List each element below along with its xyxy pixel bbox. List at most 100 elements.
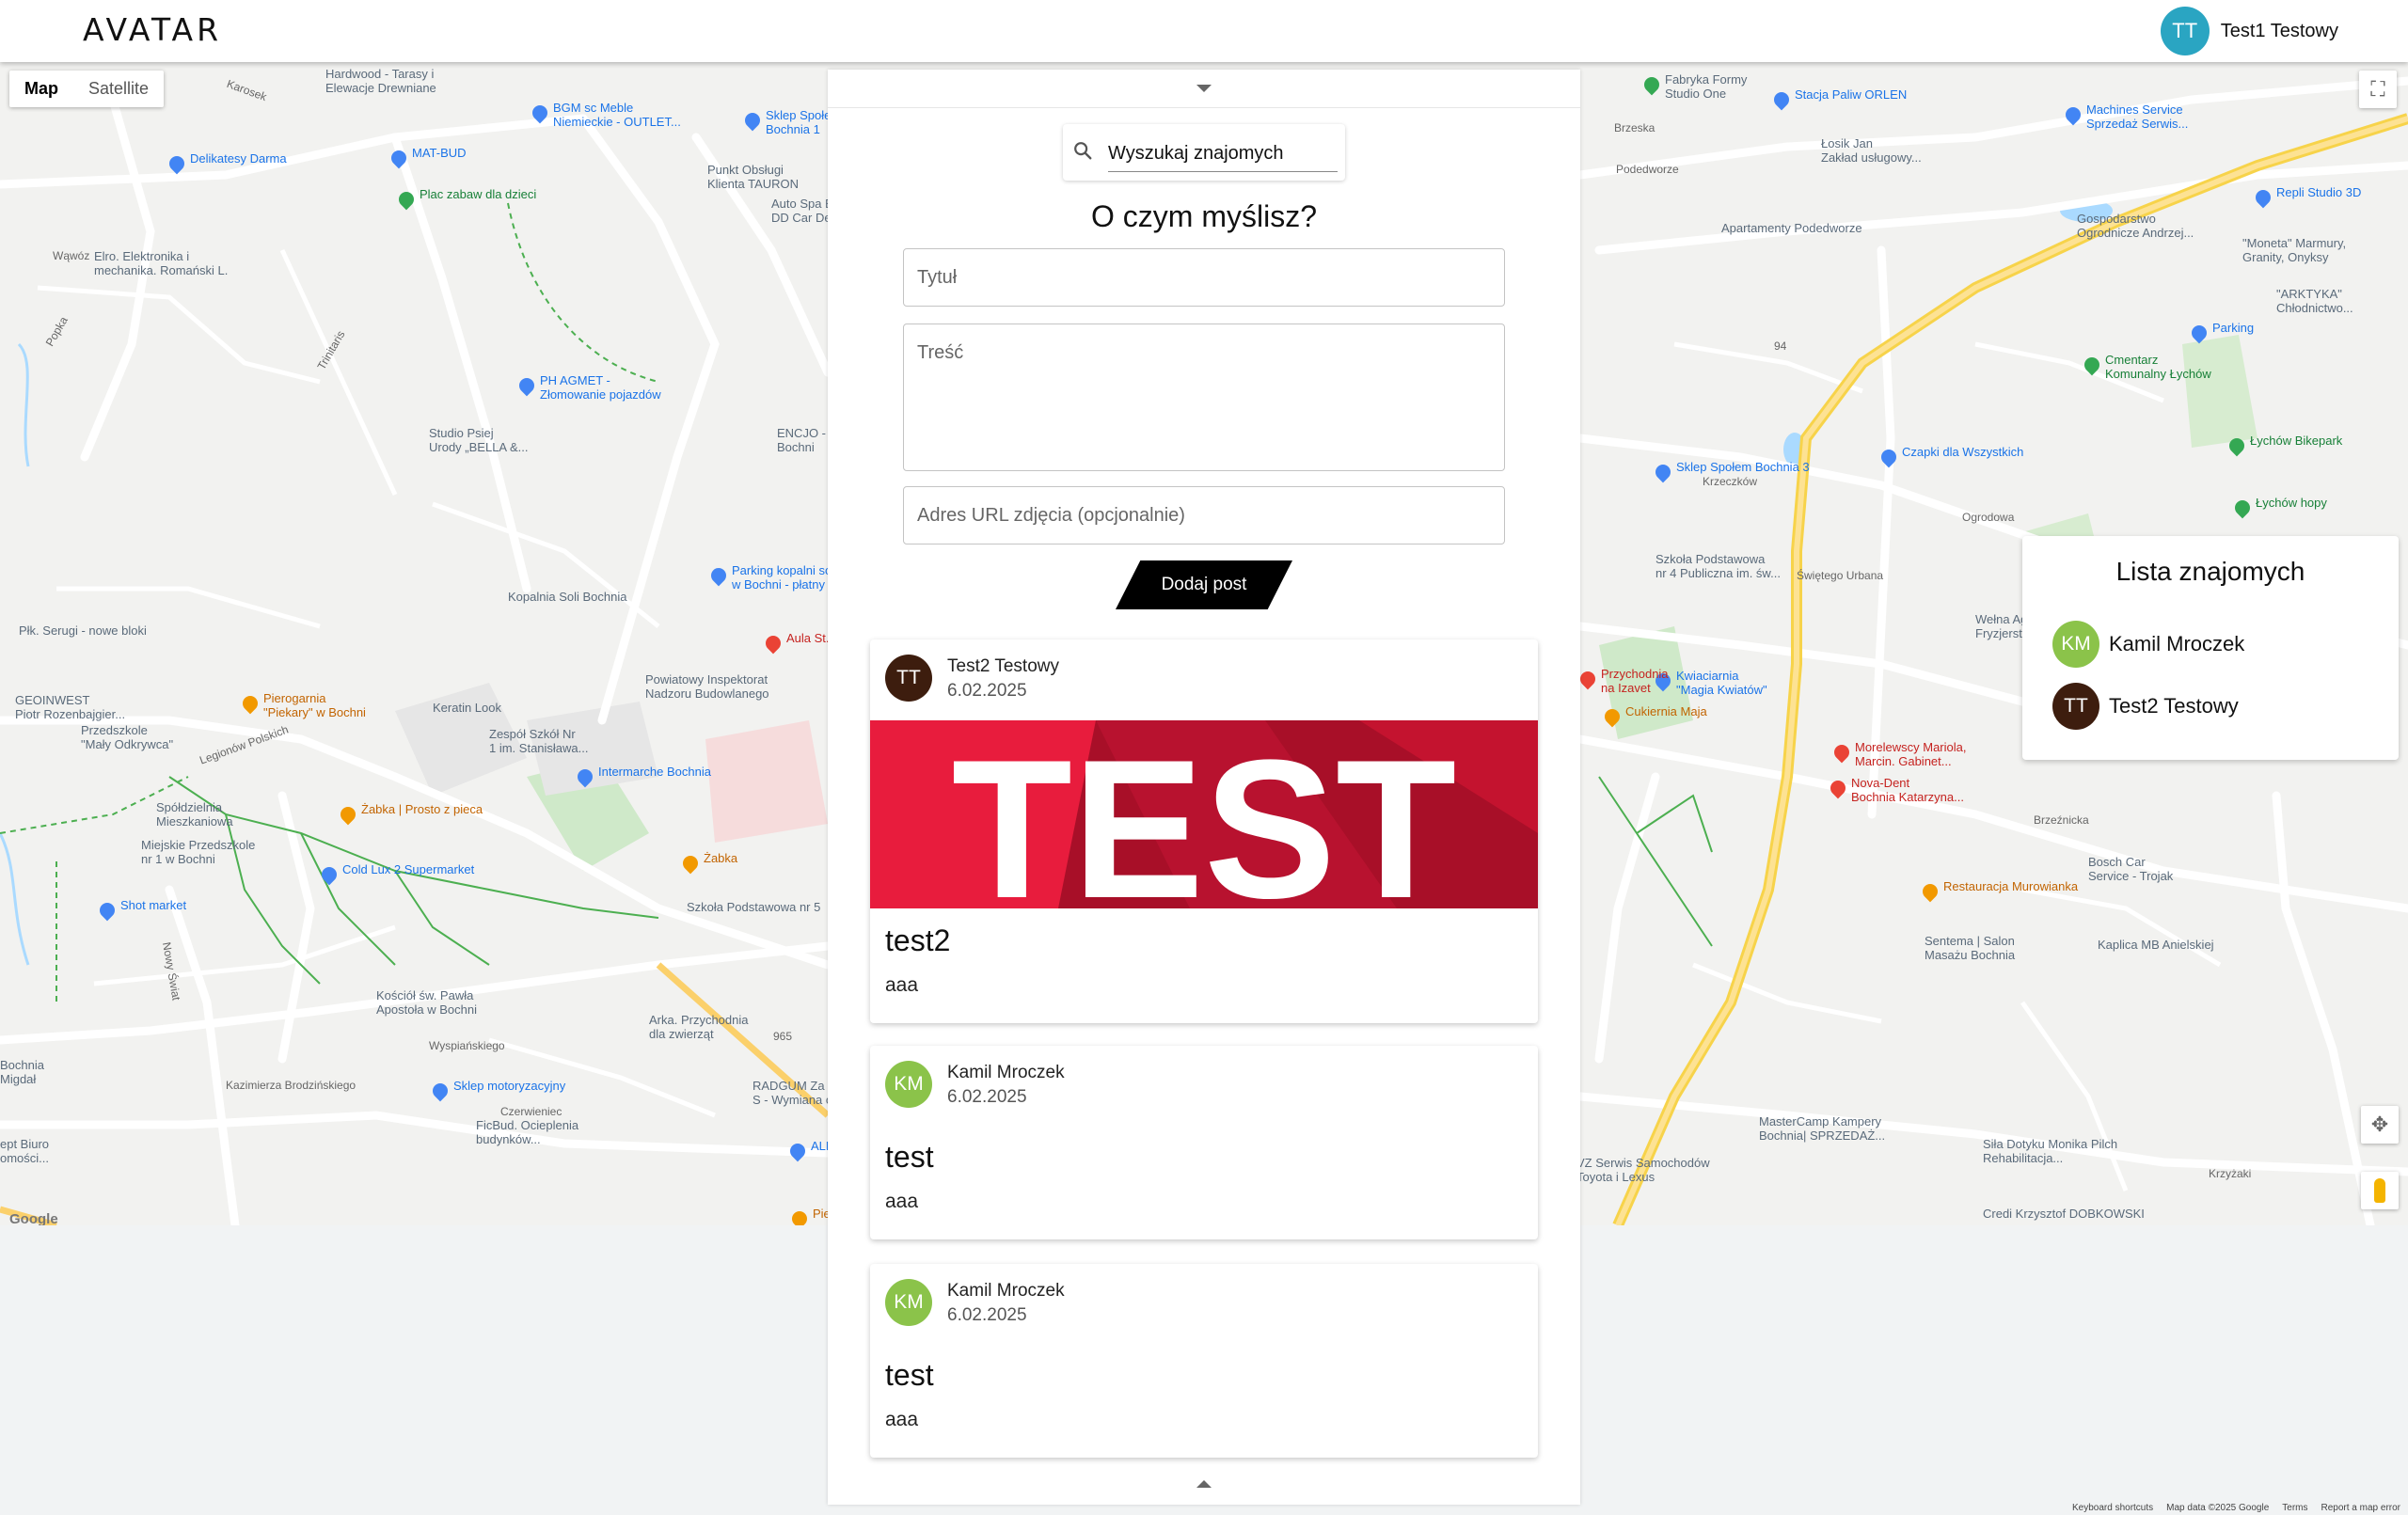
map-place-label[interactable]: Punkt Obsługi Klienta TAURON [707, 163, 799, 192]
current-user-avatar[interactable]: TT [2160, 7, 2210, 55]
map-place-label[interactable]: Przychodnia na Izavet [1601, 667, 1669, 696]
report-error-link[interactable]: Report a map error [2321, 1503, 2400, 1513]
map-place-label[interactable]: Delikatesy Darma [190, 151, 287, 166]
map-place-label[interactable]: ENCJO - Bochni [777, 426, 826, 455]
map-place-label[interactable]: Cmentarz Komunalny Łychów [2105, 353, 2211, 382]
map-place-label[interactable]: Fabryka Formy Studio One [1665, 72, 1747, 102]
map-place-label[interactable]: Przedszkole "Mały Odkrywca" [81, 723, 173, 752]
map-place-label[interactable]: Morelewscy Mariola, Marcin. Gabinet... [1855, 740, 1966, 769]
map-place-label[interactable]: Elro. Elektronika i mechanika. Romański … [94, 249, 228, 278]
map-place-label[interactable]: RADGUM Za S - Wymiana o [752, 1079, 832, 1108]
friend-avatar: TT [2052, 683, 2099, 730]
map-place-label[interactable]: Sklep Społem Bochnia 3 [1676, 460, 1810, 475]
map-place-label[interactable]: Łosik Jan Zakład usługowy... [1821, 136, 1922, 166]
map-type-satellite-button[interactable]: Satellite [73, 71, 164, 107]
map-place-label[interactable]: Miejskie Przedszkole nr 1 w Bochni [141, 838, 255, 867]
map-place-label[interactable]: Intermarche Bochnia [598, 765, 711, 780]
post-author-avatar[interactable]: KM [885, 1061, 932, 1108]
map-place-label[interactable]: Machines Service Sprzedaż Serwis... [2086, 103, 2188, 132]
map-place-label[interactable]: Plac zabaw dla dzieci [420, 187, 536, 202]
map-place-label[interactable]: VZ Serwis Samochodów Toyota i Lexus [1576, 1156, 1710, 1185]
map-place-label[interactable]: Kościół św. Pawła Apostoła w Bochni [376, 988, 477, 1018]
map-place-label[interactable]: Restauracja Murowianka [1943, 879, 2078, 894]
map-place-label[interactable]: "ARKTYKA" Chłodnictwo... [2276, 287, 2353, 316]
post-author-name[interactable]: Test2 Testowy [947, 656, 1059, 677]
map-place-label[interactable]: Żabka [704, 851, 737, 866]
map-place-label[interactable]: Spółdzielnia Mieszkaniowa [156, 800, 233, 829]
map-place-label[interactable]: Zespół Szkół Nr 1 im. Stanisława... [489, 727, 589, 756]
terms-link[interactable]: Terms [2282, 1503, 2307, 1513]
map-place-label[interactable]: Hardwood - Tarasy i Elewacje Drewniane [325, 67, 436, 96]
feed-panel[interactable]: Wyszukaj znajomych O czym myślisz? Tytuł… [828, 70, 1580, 1505]
map-place-label[interactable]: Stacja Paliw ORLEN [1795, 87, 1907, 103]
map-type-map-button[interactable]: Map [9, 71, 73, 107]
map-place-label[interactable]: Gospodarstwo Ogrodnicze Andrzej... [2077, 212, 2194, 241]
map-place-label[interactable]: Szkoła Podstawowa nr 5 [687, 900, 820, 915]
map-place-label[interactable]: Łychów Bikepark [2250, 434, 2342, 449]
map-place-label[interactable]: Repli Studio 3D [2276, 185, 2361, 200]
map-place-label[interactable]: MasterCamp Kampery Bochnia| SPRZEDAŻ... [1759, 1114, 1885, 1144]
map-place-label[interactable]: Powiatowy Inspektorat Nadzoru Budowlaneg… [645, 672, 769, 702]
map-place-label[interactable]: Studio Psiej Urody „BELLA &... [429, 426, 529, 455]
map-place-label[interactable]: FicBud. Ocieplenia budynków... [476, 1118, 578, 1147]
fullscreen-icon[interactable]: ⛶ [2359, 71, 2397, 108]
map-place-label[interactable]: Auto Spa B DD Car De [771, 197, 833, 226]
map-place-label[interactable]: Keratin Look [433, 701, 501, 716]
map-place-label[interactable]: Parking kopalni soli w Bochni - płatny [732, 563, 837, 592]
post-author-name[interactable]: Kamil Mroczek [947, 1063, 1065, 1083]
content-field[interactable]: Treść [903, 324, 1505, 471]
map-place-label[interactable]: Kopalnia Soli Bochnia [508, 590, 626, 605]
post-author-name[interactable]: Kamil Mroczek [947, 1281, 1065, 1302]
keyboard-shortcuts-link[interactable]: Keyboard shortcuts [2072, 1503, 2153, 1513]
map-place-label[interactable]: Nova-Dent Bochnia Katarzyna... [1851, 776, 1964, 805]
map-place-label[interactable]: ept Biuro omości... [0, 1137, 49, 1166]
post-author-avatar[interactable]: KM [885, 1279, 932, 1326]
friend-item[interactable]: TT Test2 Testowy [2052, 683, 2239, 730]
map-place-label[interactable]: Shot market [120, 898, 186, 913]
app-logo[interactable]: AVATAR [83, 11, 222, 48]
map-attribution: Keyboard shortcuts Map data ©2025 Google… [2072, 1503, 2400, 1513]
friend-search[interactable]: Wyszukaj znajomych [1063, 124, 1345, 181]
content-placeholder: Treść [917, 342, 964, 363]
chevron-up-icon[interactable] [1196, 1480, 1212, 1488]
map-place-label[interactable]: "Moneta" Marmury, Granity, Onyksy [2242, 236, 2346, 265]
map-place-label[interactable]: Bosch Car Service - Trojak [2088, 855, 2173, 884]
current-user[interactable]: TT Test1 Testowy [2160, 7, 2338, 55]
map-place-label[interactable]: Czapki dla Wszystkich [1902, 445, 2023, 460]
map-road-label: Wąwóz [53, 249, 90, 262]
map-place-label[interactable]: Pierogarnia "Piekary" w Bochni [263, 691, 366, 720]
map-place-label[interactable]: Cold Lux 2 Supermarket [342, 862, 474, 877]
map-place-label[interactable]: Apartamenty Podedworze [1721, 221, 1862, 236]
street-view-pegman-icon[interactable] [2361, 1172, 2399, 1209]
map-place-label[interactable]: Kwiaciarnia "Magia Kwiatów" [1676, 669, 1767, 698]
map-place-label[interactable]: Parking [2212, 321, 2254, 336]
add-post-button[interactable]: Dodaj post [1116, 560, 1292, 609]
map-place-label[interactable]: Sklep motoryzacyjny [453, 1079, 565, 1094]
friend-item[interactable]: KM Kamil Mroczek [2052, 621, 2244, 668]
map-place-label[interactable]: GEOINWEST Piotr Rozenbajgier... [15, 693, 125, 722]
map-place-label[interactable]: Bochnia Migdał [0, 1058, 44, 1087]
search-input[interactable]: Wyszukaj znajomych [1108, 143, 1284, 165]
map-place-label[interactable]: Łychów hopy [2256, 496, 2327, 511]
map-place-label[interactable]: Sentema | Salon Masażu Bochnia [1925, 934, 2015, 963]
map-place-label[interactable]: PH AGMET - Złomowanie pojazdów [540, 373, 661, 402]
google-logo[interactable]: Google [9, 1211, 58, 1225]
post-prompt-heading: O czym myślisz? [1091, 199, 1317, 233]
image-url-field[interactable]: Adres URL zdjęcia (opcjonalnie) [903, 486, 1505, 544]
map-place-label[interactable]: Cukiernia Maja [1625, 704, 1707, 719]
map-place-label[interactable]: MAT-BUD [412, 146, 467, 161]
post-image: TEST [870, 720, 1538, 908]
map-place-label[interactable]: Credi Krzysztof DOBKOWSKI [1983, 1207, 2145, 1222]
title-field[interactable]: Tytuł [903, 248, 1505, 307]
image-url-placeholder: Adres URL zdjęcia (opcjonalnie) [917, 505, 1185, 526]
post-author-avatar[interactable]: TT [885, 655, 932, 702]
map-place-label[interactable]: Arka. Przychodnia dla zwierząt [649, 1013, 749, 1042]
camera-control-icon[interactable]: ✥ [2361, 1106, 2399, 1144]
map-place-label[interactable]: Płk. Serugi - nowe bloki [19, 623, 147, 639]
map-place-label[interactable]: Siła Dotyku Monika Pilch Rehabilitacja..… [1983, 1137, 2117, 1166]
map-place-label[interactable]: Kaplica MB Anielskiej [2098, 938, 2214, 953]
map-place-label[interactable]: Żabka | Prosto z pieca [361, 802, 483, 817]
map-place-label[interactable]: BGM sc Meble Niemieckie - OUTLET... [553, 101, 681, 130]
chevron-down-icon[interactable] [1196, 85, 1212, 92]
map-place-label[interactable]: Szkoła Podstawowa nr 4 Publiczna im. św.… [1656, 552, 1781, 581]
